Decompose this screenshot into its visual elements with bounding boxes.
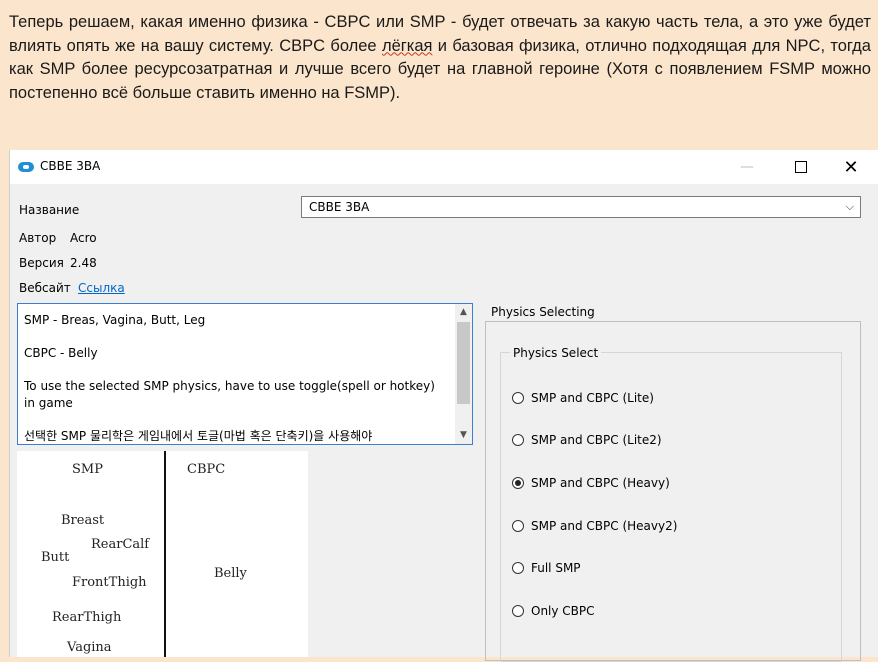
- radio-option-heavy2[interactable]: SMP and CBPC (Heavy2): [512, 519, 677, 533]
- diagram-item: RearThigh: [52, 610, 122, 625]
- scroll-thumb[interactable]: [457, 322, 470, 404]
- radio-option-lite2[interactable]: SMP and CBPC (Lite2): [512, 433, 662, 447]
- post-text: Теперь решаем, какая именно физика - CBP…: [9, 11, 871, 105]
- diagram-item: FrontThigh: [72, 575, 147, 590]
- radio-option-full-smp[interactable]: Full SMP: [512, 561, 581, 575]
- description-textbox[interactable]: SMP - Breas, Vagina, Butt, Leg CBPC - Be…: [17, 303, 473, 445]
- radio-option-heavy[interactable]: SMP and CBPC (Heavy): [512, 476, 670, 490]
- description-line: SMP - Breas, Vagina, Butt, Leg: [24, 313, 206, 327]
- radio-icon[interactable]: [512, 434, 524, 446]
- diagram-item: RearCalf: [91, 537, 150, 552]
- diagram-item: Belly: [214, 566, 247, 581]
- author-value: Acro: [70, 231, 97, 245]
- radio-icon[interactable]: [512, 520, 524, 532]
- installer-window: CBBE 3BA — ✕ Название CBBE 3BA ⌵ Автор A…: [9, 150, 878, 662]
- radio-checked-icon[interactable]: [512, 477, 524, 489]
- minimize-icon: —: [740, 159, 754, 175]
- radio-label: SMP and CBPC (Heavy2): [531, 519, 678, 533]
- maximize-button[interactable]: [778, 150, 824, 184]
- radio-option-lite[interactable]: SMP and CBPC (Lite): [512, 391, 654, 405]
- radio-label: Only CBPC: [531, 604, 595, 618]
- mod-name-dropdown[interactable]: CBBE 3BA ⌵: [301, 196, 861, 218]
- website-label: Вебсайт: [19, 281, 71, 295]
- radio-option-only-cbpc[interactable]: Only CBPC: [512, 604, 595, 618]
- version-label: Версия: [19, 256, 64, 270]
- author-label: Автор: [19, 231, 57, 245]
- physics-selecting-title: Physics Selecting: [488, 305, 598, 319]
- diagram-cbpc-header: CBPC: [187, 462, 226, 477]
- description-line: CBPC - Belly: [24, 346, 98, 360]
- post-spellcheck-word: лёгкая: [381, 36, 433, 55]
- diagram-smp-header: SMP: [72, 462, 103, 477]
- diagram-divider: [164, 451, 166, 657]
- radio-label: SMP and CBPC (Lite2): [531, 433, 662, 447]
- scroll-up-icon[interactable]: ▲: [455, 304, 472, 321]
- diagram-item: Butt: [41, 550, 70, 565]
- physics-diagram-image: SMP CBPC Breast RearCalf Butt FrontThigh…: [17, 451, 308, 657]
- scroll-down-icon[interactable]: ▼: [455, 427, 472, 444]
- app-icon: [18, 162, 34, 172]
- window-title: CBBE 3BA: [40, 159, 101, 173]
- radio-label: SMP and CBPC (Lite): [531, 391, 654, 405]
- description-scrollbar[interactable]: ▲ ▼: [455, 304, 472, 444]
- chevron-down-icon: ⌵: [845, 200, 854, 213]
- radio-label: SMP and CBPC (Heavy): [531, 476, 670, 490]
- radio-label: Full SMP: [531, 561, 581, 575]
- name-label: Название: [19, 203, 80, 217]
- description-line: To use the selected SMP physics, have to…: [24, 379, 435, 410]
- mod-name-value: CBBE 3BA: [309, 200, 370, 214]
- physics-select-title: Physics Select: [510, 346, 602, 360]
- close-icon: ✕: [843, 156, 859, 178]
- minimize-button[interactable]: —: [724, 150, 770, 184]
- diagram-item: Breast: [61, 513, 105, 528]
- title-bar[interactable]: CBBE 3BA — ✕: [10, 150, 878, 184]
- description-content: SMP - Breas, Vagina, Butt, Leg CBPC - Be…: [24, 312, 449, 444]
- close-button[interactable]: ✕: [828, 150, 874, 184]
- radio-icon[interactable]: [512, 605, 524, 617]
- radio-icon[interactable]: [512, 392, 524, 404]
- version-value: 2.48: [70, 256, 97, 270]
- website-link[interactable]: Ссылка: [78, 281, 125, 295]
- radio-icon[interactable]: [512, 562, 524, 574]
- maximize-icon: [795, 161, 807, 173]
- diagram-item: Vagina: [67, 640, 112, 655]
- description-line: 선택한 SMP 물리학은 게임내에서 토글(마법 혹은 단축키)을 사용해야: [24, 429, 373, 443]
